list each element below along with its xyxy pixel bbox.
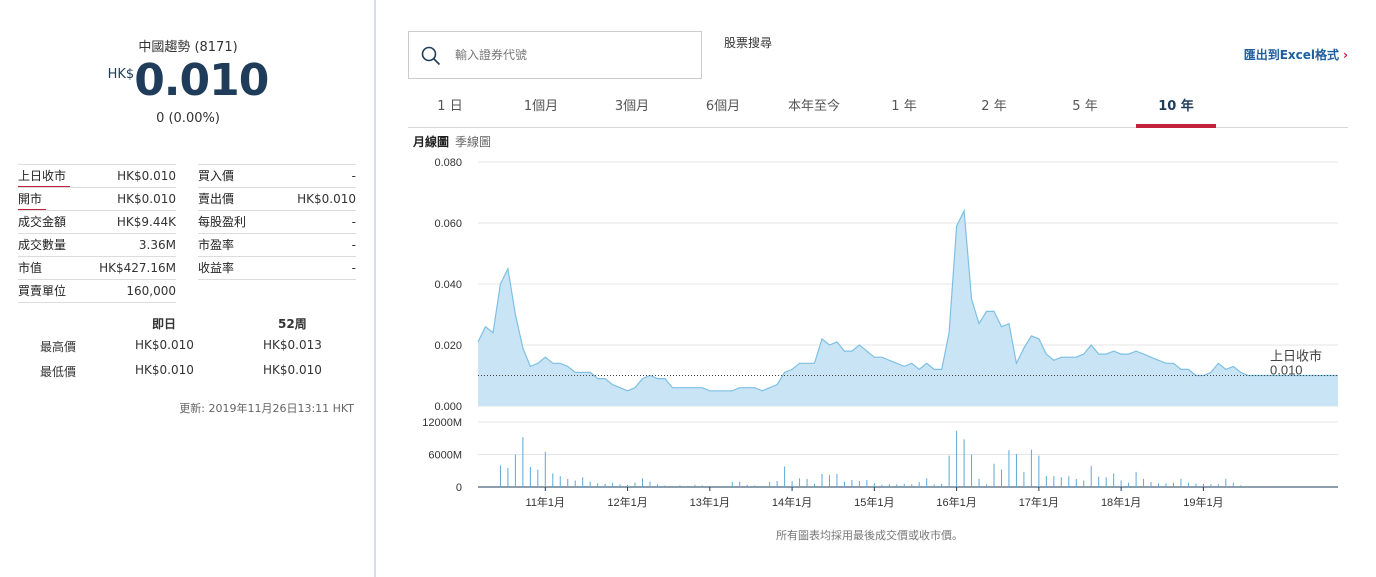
tab-3m[interactable]: 3個月 (592, 95, 672, 114)
y-tick-label: 0.040 (434, 279, 462, 291)
stat-value: HK$0.010 (117, 192, 176, 206)
price-area (477, 208, 1338, 406)
volume-tick-label: 0 (456, 482, 462, 494)
price-change: 0 (0.00%) (156, 111, 220, 126)
reference-line-label: 上日收市 (1270, 349, 1322, 364)
x-tick-label: 12年1月 (607, 495, 647, 509)
price-display: HK$0.010 (0, 55, 376, 106)
quote-panel: 中國趨勢 (8171) HK$0.010 0 (0.00%) 上日收市 HK$0.… (0, 0, 376, 577)
chart-grid (478, 161, 1338, 491)
stat-row: 賣出價 HK$0.010 (198, 187, 356, 210)
chart-labels: 0.080 0.060 0.040 0.020 0.000 12000M 6000M 0 上日收… (422, 157, 1322, 509)
price-value: 0.010 (134, 55, 269, 106)
tab-10y[interactable]: 10 年 (1136, 95, 1216, 114)
stat-value: HK$9.44K (116, 215, 176, 229)
chart-type-quarterly[interactable]: 季線圖 (455, 135, 491, 149)
tab-1m[interactable]: 1個月 (501, 95, 581, 114)
search-icon[interactable] (421, 46, 441, 66)
stat-value: 3.36M (138, 238, 176, 252)
x-tick-label: 16年1月 (936, 495, 976, 509)
stat-label: 收益率 (198, 261, 235, 275)
stat-label: 市盈率 (198, 238, 235, 252)
chart-type-switch: 月線圖 季線圖 (413, 133, 491, 150)
range-header-52w: 52周 (278, 317, 307, 331)
price-line (477, 208, 1338, 392)
stat-row: 買賣單位 160,000 (18, 279, 176, 303)
stat-value: HK$427.16M (99, 261, 176, 275)
stat-value: - (351, 169, 356, 183)
stats-right-column: 買入價 - 賣出價 HK$0.010 每股盈利 - 市盈率 - 收益率 - (198, 164, 356, 280)
stat-value: 160,000 (126, 284, 176, 298)
stat-row: 上日收市 HK$0.010 (18, 164, 176, 188)
y-tick-label: 0.080 (434, 157, 462, 169)
volume-tick-label: 12000M (422, 417, 462, 429)
stat-label: 上日收市 (18, 165, 70, 188)
stat-value: HK$0.010 (117, 169, 176, 183)
export-excel-link[interactable]: 匯出到Excel格式 › (1244, 46, 1348, 63)
chevron-right-icon[interactable]: › (1343, 48, 1348, 62)
chart-type-monthly[interactable]: 月線圖 (413, 135, 449, 149)
stat-label: 市值 (18, 261, 43, 275)
range-high-day: HK$0.010 (135, 338, 194, 352)
search-input[interactable] (453, 47, 687, 63)
stat-row: 成交金額 HK$9.44K (18, 210, 176, 233)
y-tick-label: 0.020 (434, 340, 462, 352)
stat-value: - (351, 215, 356, 229)
volume-bars (499, 430, 1279, 487)
price-chart: 0.080 0.060 0.040 0.020 0.000 12000M 6000M 0 上日收… (422, 157, 1338, 509)
stat-row: 每股盈利 - (198, 210, 356, 233)
search-box[interactable] (408, 31, 702, 79)
x-tick-label: 14年1月 (772, 495, 812, 509)
stat-row: 成交數量 3.36M (18, 233, 176, 256)
tab-1y[interactable]: 1 年 (864, 95, 944, 114)
stat-row: 市值 HK$427.16M (18, 256, 176, 279)
updated-timestamp: 更新: 2019年11月26日13:11 HKT (179, 402, 354, 415)
tab-6m[interactable]: 6個月 (683, 95, 763, 114)
x-tick-label: 17年1月 (1019, 495, 1059, 509)
stats-left-column: 上日收市 HK$0.010 開市 HK$0.010 成交金額 HK$9.44K 成交數… (18, 164, 176, 303)
price-area-fill (478, 210, 1338, 406)
tab-5y[interactable]: 5 年 (1045, 95, 1125, 114)
range-low-day: HK$0.010 (135, 363, 194, 377)
stat-value: - (351, 261, 356, 275)
x-tick-label: 19年1月 (1183, 495, 1223, 509)
price-currency: HK$ (107, 67, 135, 82)
x-tick-label: 15年1月 (854, 495, 894, 509)
stat-label: 賣出價 (198, 192, 235, 206)
stat-label: 買賣單位 (18, 284, 67, 298)
volume-tick-label: 6000M (428, 450, 462, 462)
range-low-52w: HK$0.010 (263, 363, 322, 377)
range-high-52w: HK$0.013 (263, 338, 322, 352)
stat-label: 每股盈利 (198, 215, 247, 229)
x-tick-label: 18年1月 (1101, 495, 1141, 509)
period-tabs: 1 日 1個月 3個月 6個月 本年至今 1 年 2 年 5 年 10 年 (408, 88, 1348, 128)
stat-row: 收益率 - (198, 256, 356, 280)
reference-line-value: 0.010 (1270, 363, 1303, 378)
stat-row: 買入價 - (198, 164, 356, 187)
stat-row: 市盈率 - (198, 233, 356, 256)
active-tab-indicator (1136, 124, 1216, 128)
x-tick-label: 11年1月 (526, 495, 566, 509)
tab-1d[interactable]: 1 日 (410, 95, 490, 114)
stat-value: - (351, 238, 356, 252)
chart-footnote: 所有圖表均採用最後成交價或收市價。 (776, 529, 963, 542)
range-label-high: 最高價 (40, 340, 77, 354)
range-header-day: 即日 (152, 317, 177, 331)
y-tick-label: 0.060 (434, 218, 462, 230)
stat-label: 成交金額 (18, 215, 67, 229)
range-label-low: 最低價 (40, 365, 77, 379)
tab-2y[interactable]: 2 年 (954, 95, 1034, 114)
search-title: 股票搜尋 (724, 36, 773, 50)
stock-name: 中國趨勢 (8171) (138, 40, 238, 55)
tab-ytd[interactable]: 本年至今 (774, 95, 854, 114)
stat-label: 開市 (18, 188, 46, 211)
export-label[interactable]: 匯出到Excel格式 (1244, 48, 1339, 62)
stat-value: HK$0.010 (297, 192, 356, 206)
stat-row: 開市 HK$0.010 (18, 187, 176, 211)
stat-label: 買入價 (198, 169, 235, 183)
stat-label: 成交數量 (18, 238, 67, 252)
y-tick-label: 0.000 (434, 401, 462, 413)
x-tick-label: 13年1月 (690, 495, 730, 509)
